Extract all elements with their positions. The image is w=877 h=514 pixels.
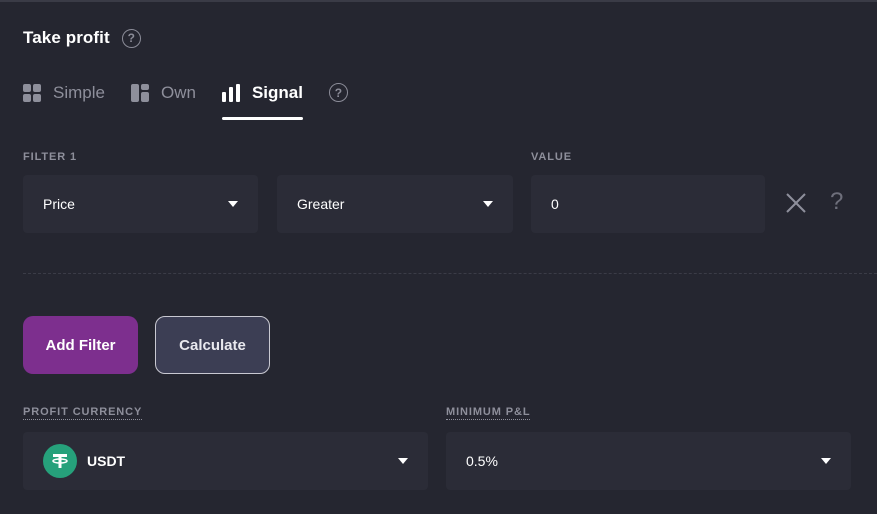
indicator-value: Price <box>43 196 75 212</box>
profit-currency-label: PROFIT CURRENCY <box>23 406 143 420</box>
grid-icon <box>23 84 41 102</box>
chevron-down-icon <box>228 201 238 207</box>
chevron-down-icon <box>483 201 493 207</box>
tab-label: Own <box>160 83 196 102</box>
chevron-down-icon <box>398 458 408 464</box>
help-icon[interactable]: ? <box>121 28 141 48</box>
filter-label: FILTER 1 <box>23 151 78 163</box>
top-border <box>0 0 877 2</box>
operator-value: Greater <box>297 196 345 212</box>
value-input[interactable]: 0 <box>531 175 765 233</box>
minimum-pnl-select[interactable]: 0.5% <box>446 432 851 490</box>
add-filter-button[interactable]: Add Filter <box>23 316 138 374</box>
minimum-pnl-value: 0.5% <box>466 453 498 469</box>
tether-icon <box>43 444 77 478</box>
tab-label: Signal <box>251 83 303 102</box>
operator-select[interactable]: Greater <box>277 175 513 233</box>
help-icon[interactable]: ? <box>328 83 348 102</box>
chevron-down-icon <box>821 458 831 464</box>
profit-currency-value: USDT <box>87 453 126 469</box>
value-text: 0 <box>551 196 559 212</box>
tab-signal[interactable]: Signal <box>221 78 303 120</box>
divider <box>23 273 877 274</box>
profit-currency-select[interactable]: USDT <box>23 432 428 490</box>
tab-simple[interactable]: Simple <box>23 78 105 108</box>
calculate-button[interactable]: Calculate <box>155 316 270 374</box>
indicator-select[interactable]: Price <box>23 175 258 233</box>
value-label: VALUE <box>531 151 572 163</box>
filter-help-icon[interactable]: ? <box>830 188 843 216</box>
header: Take profit ? <box>23 28 141 48</box>
tab-label: Simple <box>53 83 105 102</box>
minimum-pnl-label: MINIMUM P&L <box>446 406 531 420</box>
bar-chart-icon <box>221 84 240 102</box>
mode-tabs: Simple Own Signal ? <box>23 78 348 122</box>
layout-icon <box>130 84 149 102</box>
tab-own[interactable]: Own <box>130 78 196 108</box>
close-icon[interactable] <box>784 191 808 215</box>
page-title: Take profit <box>23 28 110 47</box>
